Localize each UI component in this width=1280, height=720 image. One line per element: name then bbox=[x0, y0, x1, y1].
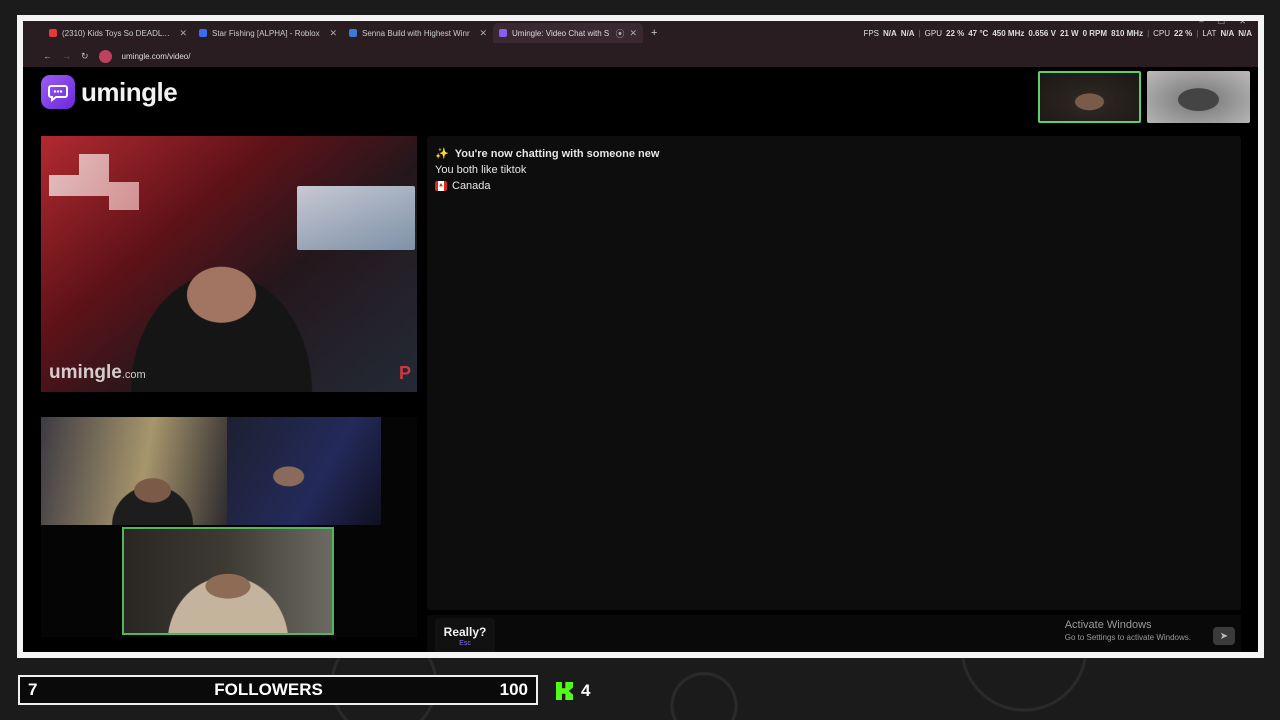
reload-icon[interactable]: ↻ bbox=[81, 51, 89, 62]
stats-divider: | bbox=[1196, 28, 1199, 38]
watermark-suffix: .com bbox=[121, 369, 146, 381]
interest-message: You both like tiktok bbox=[435, 164, 527, 176]
browser-tab-2[interactable]: Star Fishing [ALPHA] - Roblox ✕ bbox=[193, 23, 343, 43]
tab-close-icon[interactable]: ✕ bbox=[329, 28, 337, 39]
send-button[interactable]: ➤ bbox=[1213, 627, 1235, 645]
activation-title: Activate Windows bbox=[1064, 619, 1152, 631]
followers-current: 7 bbox=[28, 680, 38, 699]
browser-tab-umingle[interactable]: Umingle: Video Chat with S ⦿ ✕ bbox=[493, 23, 643, 43]
stats-divider: | bbox=[918, 28, 921, 38]
stats-divider: | bbox=[1147, 28, 1150, 38]
camera-thumbnail[interactable] bbox=[1147, 71, 1250, 123]
fps-label: FPS bbox=[863, 28, 880, 38]
self-video bbox=[41, 417, 417, 637]
tab-title: Star Fishing [ALPHA] - Roblox bbox=[212, 28, 320, 38]
windows-activation-watermark: Activate Windows Go to Settings to activ… bbox=[1065, 619, 1191, 642]
gpu-voltage: 0.656 V bbox=[1028, 28, 1056, 38]
record-indicator-icon: ⦿ bbox=[615, 28, 625, 39]
self-camera-feed-3 bbox=[122, 527, 334, 635]
lat-value: N/A bbox=[1220, 28, 1235, 38]
kick-viewers: 4 bbox=[581, 681, 591, 700]
skip-shortcut-hint: Esc bbox=[459, 640, 471, 647]
chat-composer: Really? Esc Activate Windows Go to Setti… bbox=[427, 615, 1241, 652]
follower-goal-bar: 7 FOLLOWERS 100 bbox=[18, 675, 538, 705]
browser-tab-1[interactable]: (2310) Kids Toys So DEADLY Th ✕ bbox=[43, 23, 193, 43]
system-message: ✨ You're now chatting with someone new bbox=[435, 146, 659, 162]
background-monitor bbox=[297, 186, 415, 250]
system-message-text: You're now chatting with someone new bbox=[454, 148, 660, 160]
site-info-icon[interactable] bbox=[98, 49, 112, 63]
umingle-favicon-icon bbox=[499, 29, 507, 37]
site-favicon-icon bbox=[349, 29, 357, 37]
watermark-text: umingle bbox=[49, 362, 122, 383]
send-arrow-icon: ➤ bbox=[1219, 630, 1229, 642]
roblox-favicon-icon bbox=[199, 29, 207, 37]
chat-panel: ✨ You're now chatting with someone new Y… bbox=[427, 136, 1241, 610]
followers-label: FOLLOWERS bbox=[214, 680, 323, 699]
fps-value: N/A bbox=[883, 28, 897, 38]
logo-wordmark: umingle bbox=[81, 76, 178, 107]
self-camera-feed-2 bbox=[227, 417, 381, 525]
performance-overlay: FPS N/A N/A | GPU 22 % 47 °C 450 MHz 0.6… bbox=[863, 25, 1252, 41]
lat-value: N/A bbox=[1238, 28, 1252, 38]
fps-value: N/A bbox=[900, 28, 915, 38]
gpu-power: 21 W bbox=[1059, 28, 1079, 38]
tab-close-icon[interactable]: ✕ bbox=[629, 28, 637, 39]
umingle-page: umingle umingle.com P ✨ You're now chatt… bbox=[23, 67, 1258, 652]
gpu-label: GPU bbox=[924, 28, 942, 38]
camera-thumbnails bbox=[1038, 71, 1250, 123]
forward-arrow-icon[interactable]: → bbox=[62, 51, 71, 61]
camera-thumbnail-active[interactable] bbox=[1038, 71, 1141, 123]
cpu-usage: 22 % bbox=[1174, 28, 1193, 38]
skip-button[interactable]: Really? Esc bbox=[435, 618, 495, 652]
tab-close-icon[interactable]: ✕ bbox=[479, 28, 487, 39]
led-wall-light bbox=[49, 154, 139, 210]
gpu-mem-clock: 810 MHz bbox=[1111, 28, 1144, 38]
chat-bubble-logo-icon bbox=[41, 75, 75, 109]
youtube-favicon-icon bbox=[49, 29, 57, 37]
tab-title: (2310) Kids Toys So DEADLY Th bbox=[62, 28, 175, 38]
stranger-video: umingle.com P bbox=[41, 136, 417, 392]
followers-goal: 100 bbox=[499, 680, 528, 699]
self-camera-feed-1 bbox=[41, 417, 227, 525]
gpu-clock: 450 MHz bbox=[992, 28, 1025, 38]
sparkle-icon: ✨ bbox=[435, 148, 449, 160]
stream-capture-frame: (2310) Kids Toys So DEADLY Th ✕ Star Fis… bbox=[17, 15, 1264, 658]
canada-flag-icon bbox=[435, 181, 447, 191]
gpu-temp: 47 °C bbox=[968, 28, 989, 38]
url-field[interactable]: umingle.com/video/ bbox=[122, 52, 191, 61]
umingle-logo[interactable]: umingle bbox=[41, 75, 178, 109]
video-watermark: umingle.com bbox=[49, 362, 146, 384]
gpu-fan: 0 RPM bbox=[1082, 28, 1108, 38]
gpu-usage: 22 % bbox=[946, 28, 965, 38]
new-tab-button[interactable]: + bbox=[651, 27, 657, 39]
activation-subtitle: Go to Settings to activate Windows. bbox=[1064, 633, 1191, 642]
browser-address-bar: ← → ↻ umingle.com/video/ bbox=[23, 45, 1258, 67]
back-arrow-icon[interactable]: ← bbox=[43, 51, 52, 61]
tab-title: Umingle: Video Chat with S bbox=[512, 28, 610, 38]
partner-badge: P bbox=[398, 363, 411, 383]
country-message: Canada bbox=[435, 178, 659, 194]
kick-logo-icon bbox=[556, 682, 573, 700]
cpu-label: CPU bbox=[1153, 28, 1171, 38]
lat-label: LAT bbox=[1202, 28, 1217, 38]
chat-messages: ✨ You're now chatting with someone new Y… bbox=[435, 146, 659, 194]
tab-title: Senna Build with Highest Winr bbox=[362, 28, 470, 38]
browser-tab-3[interactable]: Senna Build with Highest Winr ✕ bbox=[343, 23, 493, 43]
tab-close-icon[interactable]: ✕ bbox=[179, 28, 187, 39]
kick-viewer-count: 4 bbox=[556, 681, 590, 701]
skip-label: Really? bbox=[443, 625, 487, 639]
country-name: Canada bbox=[452, 180, 491, 192]
